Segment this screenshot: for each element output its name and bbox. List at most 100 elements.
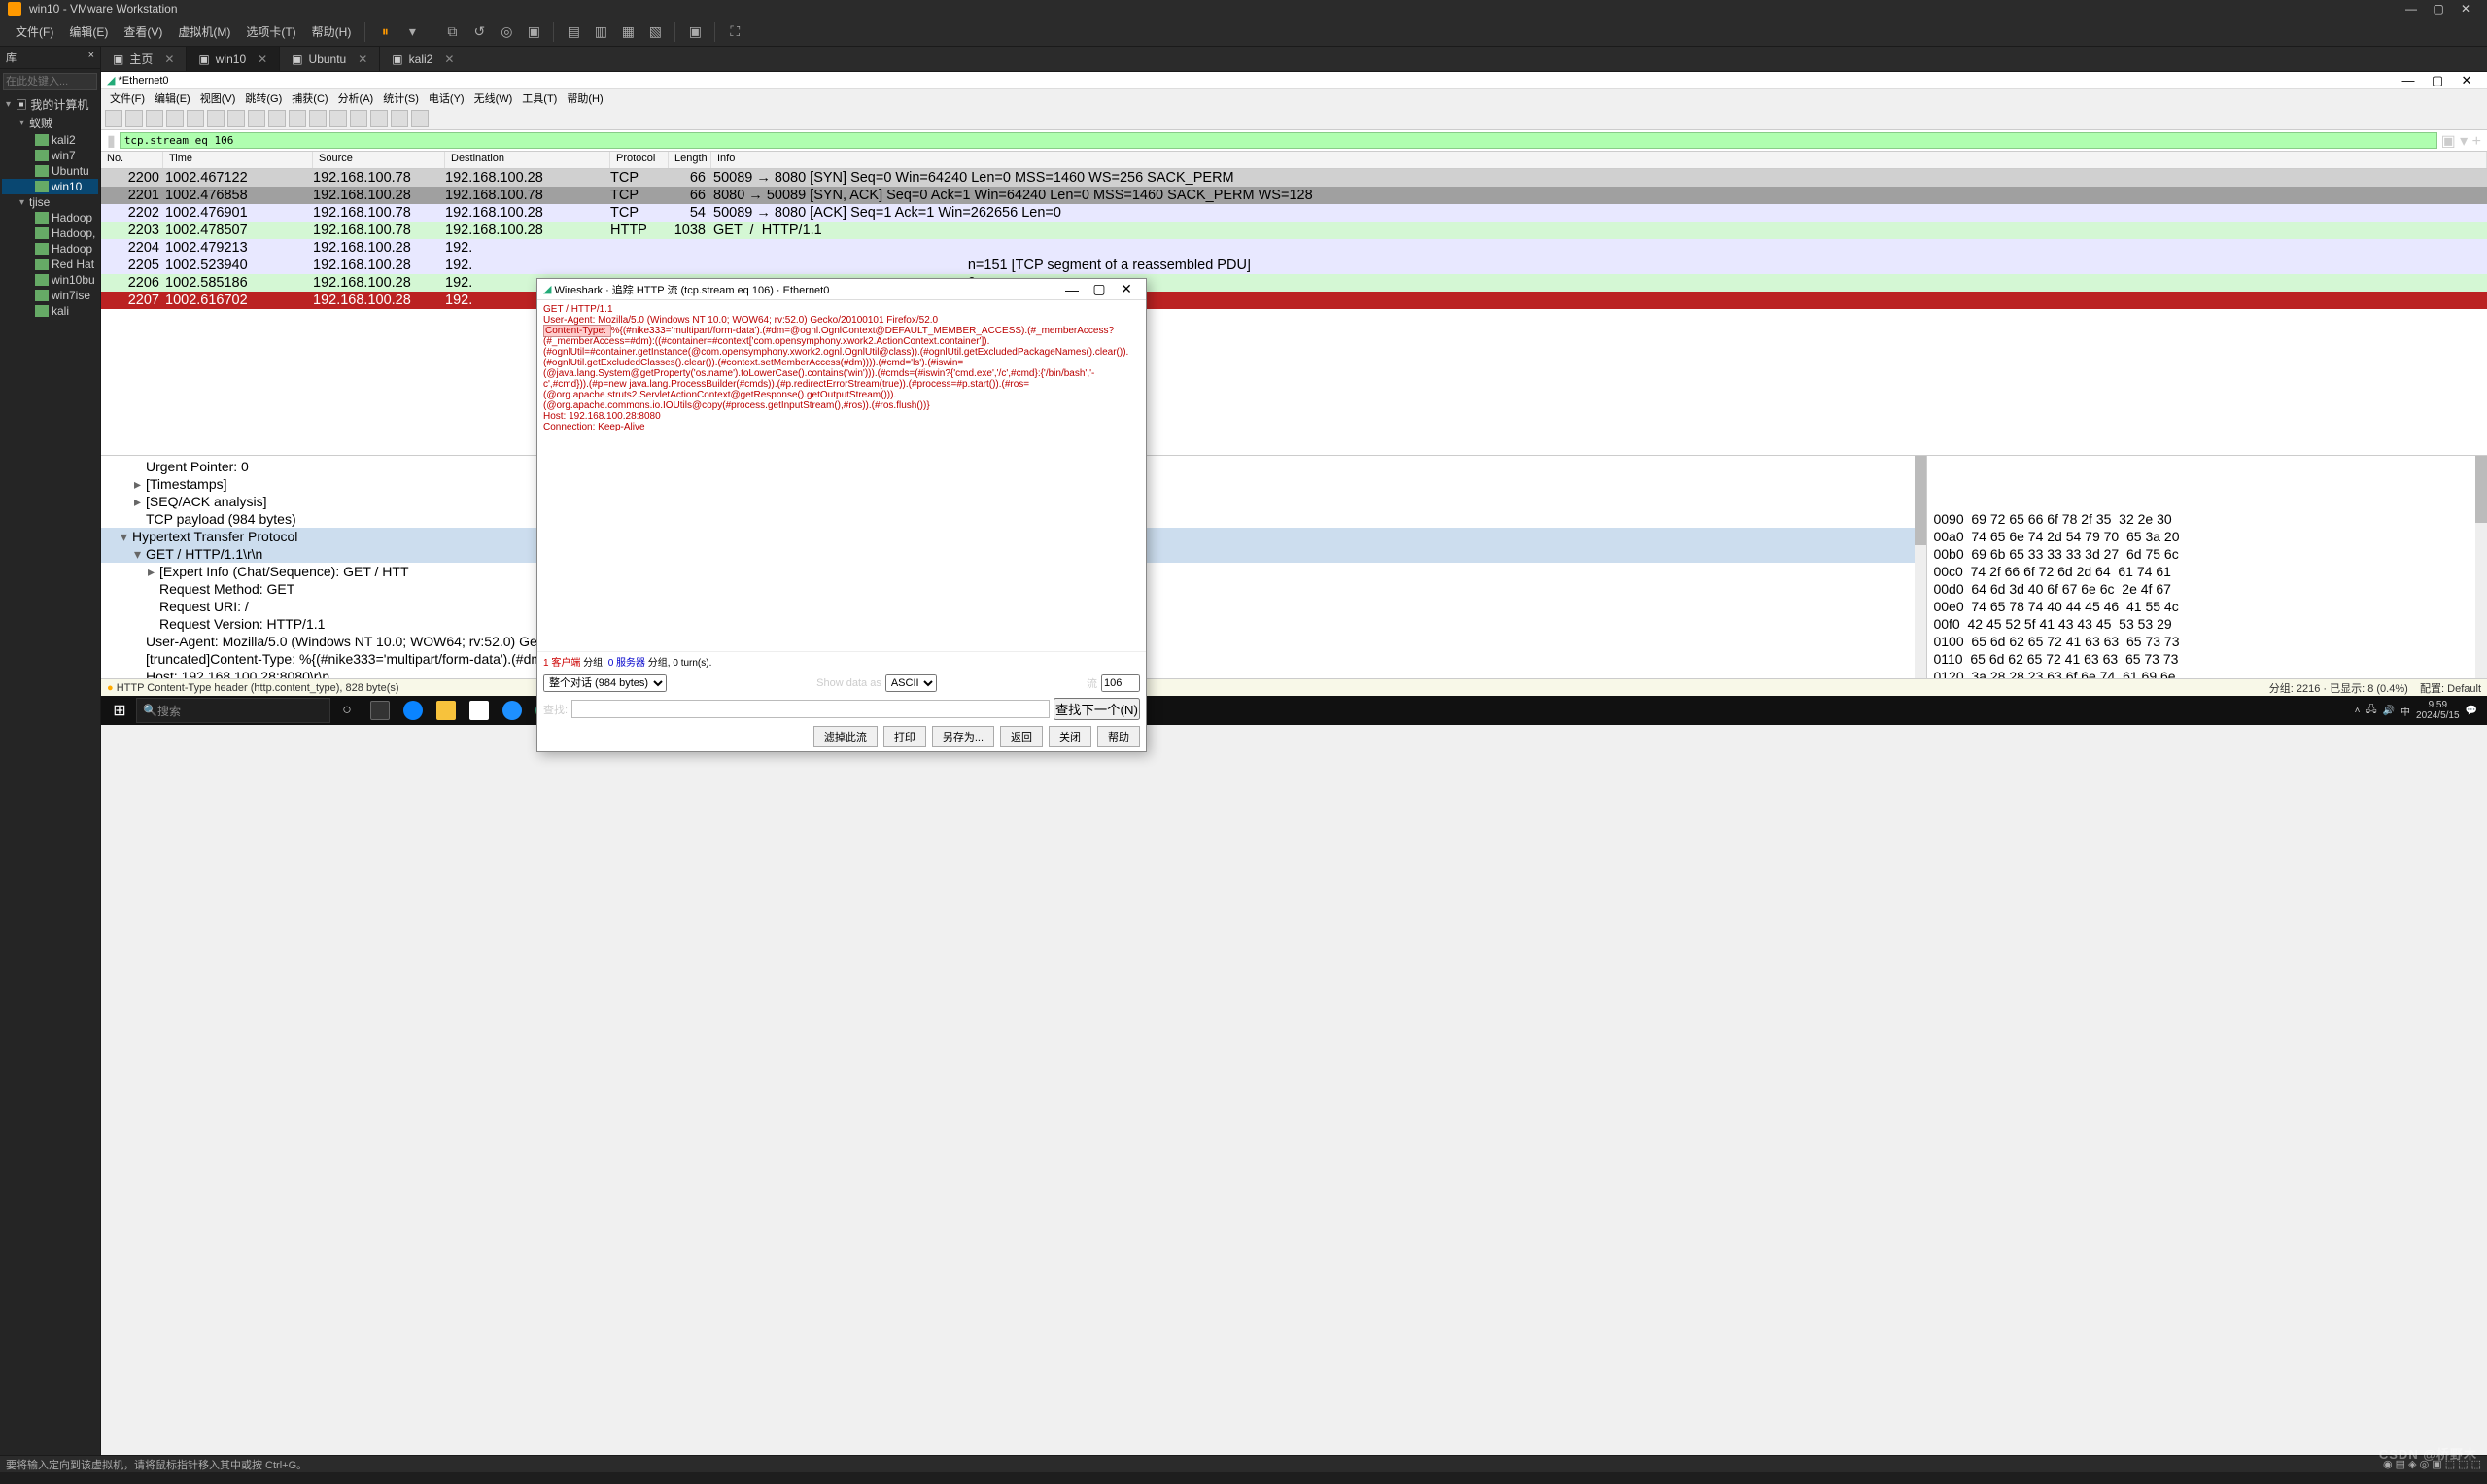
col-dst[interactable]: Destination xyxy=(445,152,610,168)
col-no[interactable]: No. xyxy=(101,152,163,168)
tree-vm[interactable]: kali xyxy=(2,303,98,319)
ws-tb-icon[interactable] xyxy=(207,110,225,127)
packet-list[interactable]: 22001002.467122192.168.100.78192.168.100… xyxy=(101,169,2487,309)
conversation-select[interactable]: 整个对话 (984 bytes) xyxy=(543,674,667,692)
layout-icon[interactable]: ▤ xyxy=(563,21,584,43)
tree-vm[interactable]: Hadoop, xyxy=(2,225,98,241)
ws-tb-icon[interactable] xyxy=(268,110,286,127)
vm-tab[interactable]: ▣ 主页✕ xyxy=(101,47,187,71)
layout4-icon[interactable]: ▧ xyxy=(644,21,666,43)
stream-number[interactable] xyxy=(1101,674,1140,692)
system-tray[interactable]: ˄ 🖧 🔊 中 9:59 2024/5/15 💬 xyxy=(2347,700,2485,721)
hex-row[interactable]: 00e0 74 65 78 74 40 44 45 46 41 55 4c xyxy=(1933,598,2481,615)
menu-view[interactable]: 查看(V) xyxy=(116,23,170,40)
maximize-button[interactable]: ▢ xyxy=(2425,2,2452,16)
scrollbar[interactable] xyxy=(2475,456,2487,678)
packet-bytes[interactable]: 0090 69 72 65 66 6f 78 2f 35 32 2e 3000a… xyxy=(1927,456,2487,678)
tray-time[interactable]: 9:59 xyxy=(2416,700,2460,710)
ws-close[interactable]: ✕ xyxy=(2452,73,2481,88)
col-src[interactable]: Source xyxy=(313,152,445,168)
vm-tab[interactable]: ▣ Ubuntu✕ xyxy=(280,47,380,71)
filter-apply-icon[interactable]: ▣ ▾ + xyxy=(2437,131,2485,151)
menu-file[interactable]: 文件(F) xyxy=(8,23,61,40)
tree-vm[interactable]: win7ise xyxy=(2,288,98,303)
ws-menu-item[interactable]: 捕获(C) xyxy=(287,90,332,106)
close-icon[interactable]: ✕ xyxy=(358,52,367,66)
ws-tb-icon[interactable] xyxy=(329,110,347,127)
tree-vm[interactable]: win7 xyxy=(2,148,98,163)
dialog-button[interactable]: 关闭 xyxy=(1049,726,1091,747)
ws-min[interactable]: — xyxy=(2394,73,2423,87)
ws-menu-item[interactable]: 视图(V) xyxy=(195,90,241,106)
packet-row[interactable]: 22051002.523940192.168.100.28192. n=151 … xyxy=(101,257,2487,274)
layout3-icon[interactable]: ▦ xyxy=(617,21,639,43)
start-button[interactable]: ⊞ xyxy=(103,696,136,725)
ws-menu-item[interactable]: 编辑(E) xyxy=(150,90,195,106)
tray-notif-icon[interactable]: 💬 xyxy=(2466,706,2477,716)
tree-group[interactable]: ▾tjise xyxy=(2,194,98,210)
ws-tb-icon[interactable] xyxy=(289,110,306,127)
ws-menu-item[interactable]: 工具(T) xyxy=(517,90,562,106)
col-info[interactable]: Info xyxy=(711,152,2487,168)
library-close[interactable]: × xyxy=(88,50,94,65)
ws-max[interactable]: ▢ xyxy=(2423,73,2452,88)
ws-tb-icon[interactable] xyxy=(309,110,327,127)
ws-tb-icon[interactable] xyxy=(370,110,388,127)
library-search-input[interactable] xyxy=(3,73,97,90)
ws-tb-icon[interactable] xyxy=(125,110,143,127)
hex-row[interactable]: 0100 65 6d 62 65 72 41 63 63 65 73 73 xyxy=(1933,633,2481,650)
vm-tab[interactable]: ▣ kali2✕ xyxy=(380,47,466,71)
layout2-icon[interactable]: ▥ xyxy=(590,21,611,43)
tree-vm[interactable]: Ubuntu xyxy=(2,163,98,179)
packet-row[interactable]: 22071002.616702192.168.100.28192. Len=0 xyxy=(101,292,2487,309)
ws-menu-item[interactable]: 电话(Y) xyxy=(424,90,469,106)
dialog-button[interactable]: 帮助 xyxy=(1097,726,1140,747)
ws-menu-item[interactable]: 统计(S) xyxy=(378,90,424,106)
packet-row[interactable]: 22001002.467122192.168.100.78192.168.100… xyxy=(101,169,2487,187)
ws-tb-icon[interactable] xyxy=(166,110,184,127)
dialog-button[interactable]: 打印 xyxy=(883,726,926,747)
dialog-button[interactable]: 另存为... xyxy=(932,726,994,747)
unity-icon[interactable]: ▣ xyxy=(523,21,544,43)
tree-root[interactable]: ▾▣ 我的计算机 xyxy=(2,95,98,114)
tree-group[interactable]: ▾蚁贼 xyxy=(2,114,98,132)
taskbar-explorer[interactable] xyxy=(430,696,463,725)
tree-vm[interactable]: kali2 xyxy=(2,132,98,148)
close-icon[interactable]: ✕ xyxy=(444,52,454,66)
taskbar-taskview[interactable] xyxy=(363,696,397,725)
ws-menu-item[interactable]: 跳转(G) xyxy=(240,90,287,106)
ws-tb-icon[interactable] xyxy=(350,110,367,127)
tree-vm[interactable]: Hadoop xyxy=(2,241,98,257)
hex-row[interactable]: 00b0 69 6b 65 33 33 33 3d 27 6d 75 6c xyxy=(1933,545,2481,563)
console-icon[interactable]: ▣ xyxy=(684,21,706,43)
tree-vm[interactable]: win10 xyxy=(2,179,98,194)
hex-row[interactable]: 0120 3a 28 28 23 63 6f 6e 74 61 69 6e xyxy=(1933,668,2481,678)
show-as-select[interactable]: ASCII xyxy=(885,674,937,692)
stream-content[interactable]: GET / HTTP/1.1 User-Agent: Mozilla/5.0 (… xyxy=(537,300,1146,651)
packet-row[interactable]: 22021002.476901192.168.100.78192.168.100… xyxy=(101,204,2487,222)
revert-icon[interactable]: ↺ xyxy=(468,21,490,43)
close-icon[interactable]: ✕ xyxy=(164,52,174,66)
packet-row[interactable]: 22011002.476858192.168.100.28192.168.100… xyxy=(101,187,2487,204)
dialog-button[interactable]: 返回 xyxy=(1000,726,1043,747)
hex-row[interactable]: 00c0 74 2f 66 6f 72 6d 2d 64 61 74 61 xyxy=(1933,563,2481,580)
tree-vm[interactable]: Hadoop xyxy=(2,210,98,225)
packet-row[interactable]: 22041002.479213192.168.100.28192. xyxy=(101,239,2487,257)
close-button[interactable]: ✕ xyxy=(2452,2,2479,16)
menu-edit[interactable]: 编辑(E) xyxy=(61,23,116,40)
tray-up-icon[interactable]: ˄ xyxy=(2355,706,2361,716)
hex-row[interactable]: 00a0 74 65 6e 74 2d 54 79 70 65 3a 20 xyxy=(1933,528,2481,545)
dlg-close[interactable]: ✕ xyxy=(1113,281,1140,297)
hex-row[interactable]: 0110 65 6d 62 65 72 41 63 63 65 73 73 xyxy=(1933,650,2481,668)
dlg-max[interactable]: ▢ xyxy=(1086,281,1113,297)
col-len[interactable]: Length xyxy=(669,152,711,168)
snapshot-mgr-icon[interactable]: ◎ xyxy=(496,21,517,43)
dialog-button[interactable]: 滤掉此流 xyxy=(813,726,878,747)
snapshot-icon[interactable]: ⧉ xyxy=(441,21,463,43)
fullscreen-icon[interactable]: ⛶ xyxy=(724,21,745,43)
menu-help[interactable]: 帮助(H) xyxy=(304,23,360,40)
ws-tb-icon[interactable] xyxy=(391,110,408,127)
col-proto[interactable]: Protocol xyxy=(610,152,669,168)
taskbar-ie[interactable] xyxy=(496,696,529,725)
menu-tabs[interactable]: 选项卡(T) xyxy=(238,23,303,40)
